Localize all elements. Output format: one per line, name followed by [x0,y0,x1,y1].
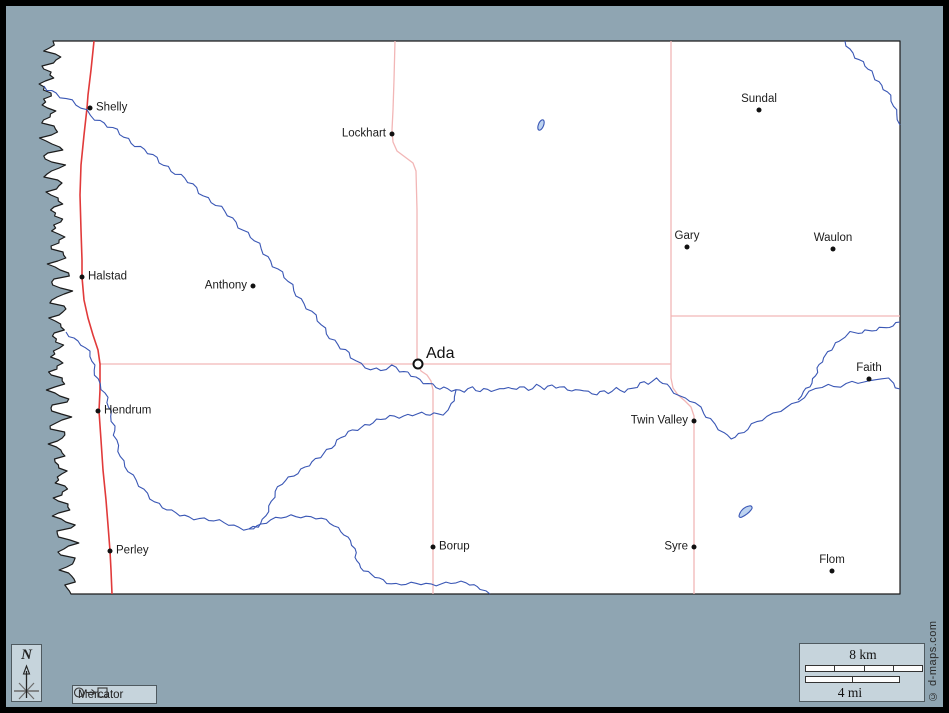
projection-symbols-icon [73,686,109,699]
map-screenshot: ShellyLockhartSundalGaryWaulonHalstadAnt… [0,0,949,713]
compass-panel: N [11,644,42,702]
scale-mi-label: 4 mi [800,685,900,701]
compass-rose-icon [12,664,41,702]
scale-bar-km [805,665,923,672]
copyright-credit: © d-maps.com [927,602,939,702]
projection-panel: Mercator [72,685,157,704]
scale-bar-mi [805,676,900,683]
county-land-shape [39,41,900,594]
compass-north-label: N [12,647,41,664]
scale-panel: 8 km 4 mi [799,643,925,702]
map-canvas [0,0,949,713]
scale-km-label: 8 km [800,647,926,663]
